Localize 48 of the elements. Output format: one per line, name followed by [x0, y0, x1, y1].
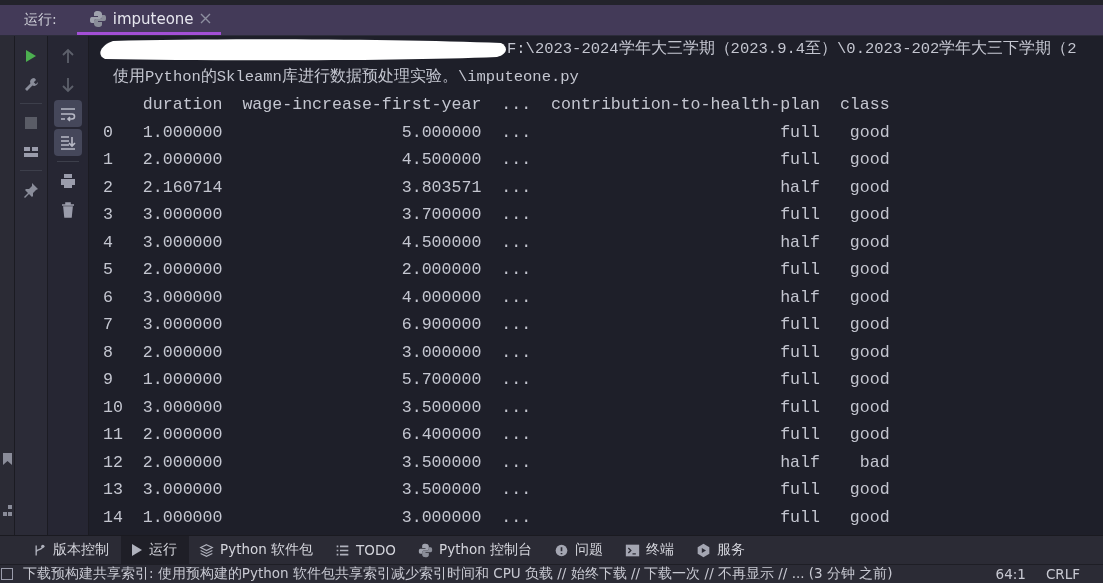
- console-line: 12 2.000000 3.500000 ... half bad: [103, 451, 891, 474]
- console-line: 5 2.000000 2.000000 ... full good: [103, 259, 891, 281]
- console-line: 2 2.160714 3.803571 ... half good: [103, 176, 891, 199]
- python-icon: [418, 542, 433, 558]
- layers-icon: [199, 542, 214, 558]
- pin-icon[interactable]: [22, 180, 40, 199]
- console-line: 7 3.000000 6.900000 ... full good: [103, 314, 891, 336]
- exclamation-icon: [554, 542, 570, 558]
- down-arrow-icon: [59, 75, 77, 94]
- console-line: 6 3.000000 4.000000 ... half good: [103, 286, 891, 309]
- console-line: 10 3.000000 3.500000 ... full good: [103, 396, 891, 419]
- console-line: 4 3.000000 4.500000 ... half good: [103, 231, 891, 254]
- console-line: 11 2.000000 6.400000 ... full good: [103, 424, 891, 446]
- line-ending[interactable]: CRLF: [1045, 566, 1080, 582]
- console-line: 8 2.000000 3.000000 ... full good: [103, 341, 891, 364]
- console-line: 13 3.000000 3.500000 ... full good: [103, 479, 891, 501]
- tool-window-tab[interactable]: 终端: [615, 536, 687, 564]
- soft-wrap-toggle[interactable]: [54, 100, 82, 127]
- console-line: 9 1.000000 5.700000 ... full good: [103, 369, 891, 391]
- scroll-to-end-icon: [59, 133, 77, 152]
- tool-window-tab[interactable]: TODO: [325, 536, 408, 564]
- terminal-icon: [625, 542, 641, 558]
- trash-icon: [59, 200, 77, 219]
- tool-window-tab[interactable]: Python 控制台: [408, 536, 545, 564]
- console-line: 1 2.000000 4.500000 ... full good: [103, 149, 891, 171]
- cursor-position[interactable]: 64:1: [995, 566, 1026, 582]
- tool-window-tab[interactable]: 版本控制: [22, 536, 121, 564]
- scroll-to-end-toggle[interactable]: [54, 129, 82, 156]
- print-icon: [59, 171, 77, 190]
- run-panel-label: 运行:: [23, 10, 58, 29]
- console-line: duration wage-increase-first-year ... contribution-to-health-plan class: [141, 94, 891, 116]
- tool-window-tab[interactable]: Python 软件包: [189, 536, 326, 564]
- status-message[interactable]: 下载预构建共享索引: 使用预构建的Python 软件包共享索引减少索引时间和 CPU 负载 // 始终下载 // 下载一次 // 不再显示 // ... (3 分钟 之前): [23, 565, 996, 583]
- python-icon: [88, 9, 107, 28]
- play-hexagon-icon: [696, 542, 712, 558]
- structure-icon[interactable]: [2, 505, 12, 517]
- console-line: 3 3.000000 3.700000 ... full good: [103, 204, 891, 226]
- tool-window-tab[interactable]: 问题: [544, 536, 616, 564]
- console-line: F:\2023-2024学年大三学期（2023.9.4至）\0.2023-202学年大三下学期（2: [507, 39, 1077, 60]
- bookmark-icon[interactable]: [2, 453, 12, 465]
- console-line: 14 1.000000 3.000000 ... full good: [103, 506, 891, 529]
- console-line: 0 1.000000 5.000000 ... full good: [103, 121, 891, 144]
- tool-window-tab[interactable]: 服务: [686, 536, 758, 564]
- close-icon[interactable]: [199, 13, 211, 24]
- checkbox-icon[interactable]: [1, 568, 13, 580]
- tool-window-tab[interactable]: 运行: [121, 536, 189, 564]
- console-line: 使用Python的Skleamn库进行数据预处理实验。\imputeone.py: [112, 66, 580, 88]
- play-icon: [131, 543, 143, 557]
